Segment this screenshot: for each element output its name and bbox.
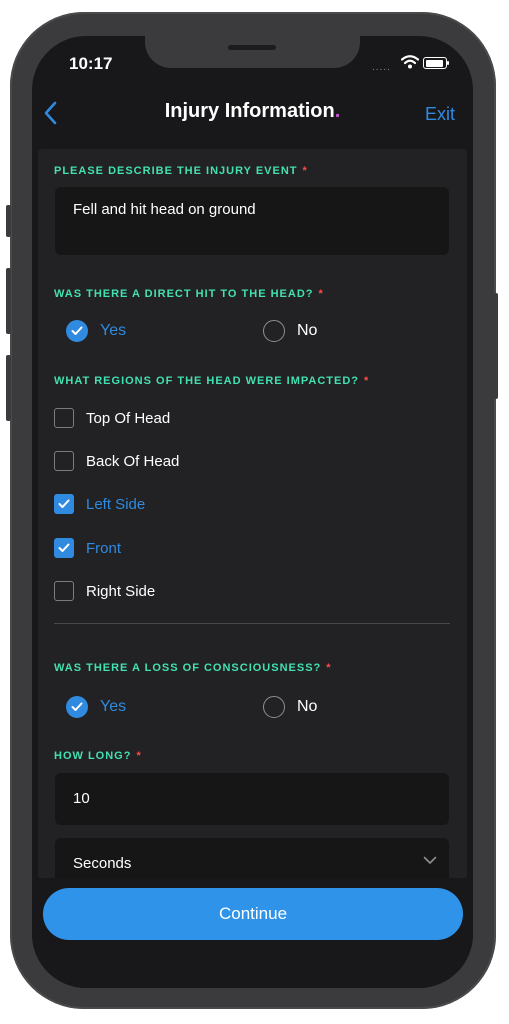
required-mark: *: [364, 375, 370, 387]
notch: [145, 36, 360, 68]
loss-of-consciousness-label: WAS THERE A LOSS OF CONSCIOUSNESS? *: [54, 662, 332, 674]
phone-screen: 10:17 ..... Injury Information. Exit PLE…: [32, 36, 473, 988]
volume-down-button: [6, 355, 11, 421]
region-front-checkbox[interactable]: Front: [54, 537, 121, 559]
silent-switch: [6, 205, 11, 237]
status-icons: .....: [372, 54, 452, 74]
how-long-value: 10: [73, 790, 90, 807]
regions-label-text: WHAT REGIONS OF THE HEAD WERE IMPACTED?: [54, 375, 360, 387]
checkbox-unchecked-icon: [54, 451, 74, 471]
region-front-label: Front: [86, 539, 122, 557]
chevron-down-icon: [423, 856, 437, 864]
region-left-side-label: Left Side: [86, 495, 146, 513]
continue-button[interactable]: Continue: [43, 888, 463, 940]
section-divider: [54, 623, 450, 624]
region-right-side-checkbox[interactable]: Right Side: [54, 580, 155, 602]
status-time: 10:17: [69, 54, 113, 73]
cellular-signal-icon: .....: [372, 62, 391, 73]
region-top-of-head-checkbox[interactable]: Top Of Head: [54, 407, 170, 429]
required-mark: *: [318, 288, 324, 300]
loss-of-consciousness-label-text: WAS THERE A LOSS OF CONSCIOUSNESS?: [54, 662, 322, 674]
region-top-of-head-label: Top Of Head: [86, 409, 171, 427]
direct-hit-label-text: WAS THERE A DIRECT HIT TO THE HEAD?: [54, 288, 314, 300]
speaker: [228, 45, 276, 50]
loc-yes-radio[interactable]: Yes: [66, 694, 126, 720]
checkbox-unchecked-icon: [54, 581, 74, 601]
direct-hit-yes-label: Yes: [100, 322, 127, 339]
volume-up-button: [6, 268, 11, 334]
duration-unit-value: Seconds: [73, 855, 132, 872]
region-back-of-head-label: Back Of Head: [86, 452, 180, 470]
how-long-label-text: HOW LONG?: [54, 750, 132, 762]
loc-no-label: No: [297, 698, 318, 715]
radio-unchecked-icon: [263, 320, 285, 342]
power-button: [493, 293, 498, 399]
required-mark: *: [326, 662, 332, 674]
direct-hit-no-label: No: [297, 322, 318, 339]
injury-event-value: Fell and hit head on ground: [73, 201, 256, 218]
region-right-side-label: Right Side: [86, 582, 156, 600]
battery-tip: [447, 61, 449, 65]
required-mark: *: [136, 750, 142, 762]
battery-icon: [423, 57, 447, 69]
checkbox-checked-icon: [54, 538, 74, 558]
page-title-text: Injury Information: [164, 100, 335, 122]
direct-hit-no-radio[interactable]: No: [263, 318, 317, 344]
page-title: Injury Information.: [32, 100, 473, 123]
region-back-of-head-checkbox[interactable]: Back Of Head: [54, 450, 179, 472]
duration-unit-select[interactable]: Seconds: [55, 838, 449, 879]
direct-hit-label: WAS THERE A DIRECT HIT TO THE HEAD? *: [54, 288, 324, 300]
injury-event-label: PLEASE DESCRIBE THE INJURY EVENT *: [54, 165, 308, 177]
required-mark: *: [302, 165, 308, 177]
regions-label: WHAT REGIONS OF THE HEAD WERE IMPACTED? *: [54, 375, 369, 387]
direct-hit-yes-radio[interactable]: Yes: [66, 318, 126, 344]
injury-event-label-text: PLEASE DESCRIBE THE INJURY EVENT: [54, 165, 298, 177]
title-accent-dot: .: [334, 100, 341, 122]
how-long-input[interactable]: 10: [55, 773, 449, 825]
region-left-side-checkbox[interactable]: Left Side: [54, 493, 145, 515]
loc-yes-label: Yes: [100, 698, 127, 715]
exit-button[interactable]: Exit: [425, 104, 455, 125]
radio-unchecked-icon: [263, 696, 285, 718]
wifi-icon: [401, 55, 419, 69]
how-long-label: HOW LONG? *: [54, 750, 142, 762]
checkbox-unchecked-icon: [54, 408, 74, 428]
injury-event-textarea[interactable]: Fell and hit head on ground: [55, 187, 449, 255]
checkbox-checked-icon: [54, 494, 74, 514]
form-panel: PLEASE DESCRIBE THE INJURY EVENT * Fell a…: [38, 149, 467, 879]
loc-no-radio[interactable]: No: [263, 694, 317, 720]
radio-checked-icon: [66, 696, 88, 718]
radio-checked-icon: [66, 320, 88, 342]
